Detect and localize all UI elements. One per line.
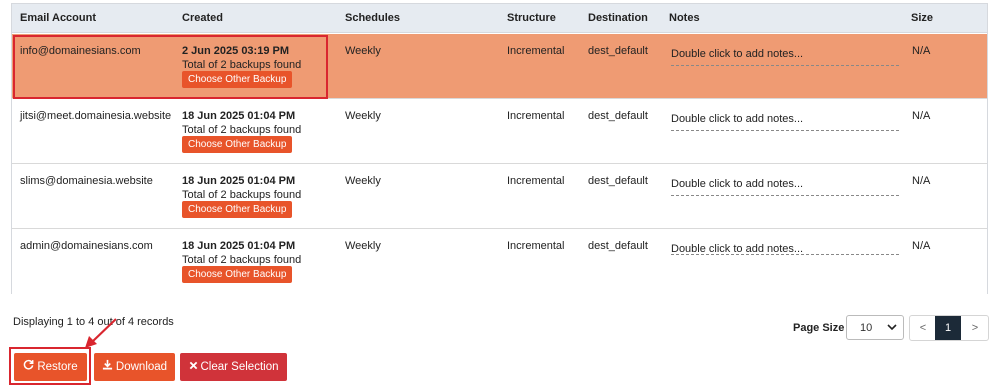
destination-cell: dest_default — [588, 240, 648, 252]
backup-count: Total of 2 backups found — [182, 189, 302, 201]
email-cell: slims@domainesia.website — [20, 175, 153, 187]
header-structure[interactable]: Structure — [507, 12, 556, 24]
page-size-label: Page Size — [793, 322, 845, 334]
size-cell: N/A — [912, 45, 931, 57]
table-header: Email Account Created Schedules Structur… — [12, 4, 987, 33]
pointer-arrow-annotation — [85, 318, 117, 348]
schedule-cell: Weekly — [345, 240, 381, 252]
backup-count: Total of 2 backups found — [182, 124, 302, 136]
schedule-cell: Weekly — [345, 110, 381, 122]
download-button[interactable]: Download — [94, 353, 175, 381]
schedule-cell: Weekly — [345, 45, 381, 57]
size-cell: N/A — [912, 175, 931, 187]
page-size-select[interactable]: 10 — [846, 315, 904, 340]
clear-selection-button[interactable]: Clear Selection — [180, 353, 287, 381]
header-notes[interactable]: Notes — [669, 12, 700, 24]
header-created[interactable]: Created — [182, 12, 223, 24]
table-row[interactable]: jitsi@meet.domainesia.website 18 Jun 202… — [12, 99, 987, 164]
structure-cell: Incremental — [507, 240, 565, 252]
restore-highlight-annotation — [9, 347, 91, 385]
page-1-button[interactable]: 1 — [935, 316, 961, 340]
times-icon — [189, 353, 198, 381]
created-date: 18 Jun 2025 01:04 PM — [182, 175, 296, 187]
choose-other-backup-button[interactable]: Choose Other Backup — [182, 201, 293, 218]
prev-page-button[interactable]: < — [910, 316, 936, 340]
choose-other-backup-button[interactable]: Choose Other Backup — [182, 266, 293, 283]
header-email-account[interactable]: Email Account — [20, 12, 96, 24]
header-schedules[interactable]: Schedules — [345, 12, 400, 24]
created-date: 18 Jun 2025 01:04 PM — [182, 110, 296, 122]
size-cell: N/A — [912, 240, 931, 252]
schedule-cell: Weekly — [345, 175, 381, 187]
selection-highlight-annotation — [13, 35, 328, 99]
table-row[interactable]: admin@domainesians.com 18 Jun 2025 01:04… — [12, 229, 987, 294]
created-date: 18 Jun 2025 01:04 PM — [182, 240, 296, 252]
structure-cell: Incremental — [507, 175, 565, 187]
notes-field[interactable]: Double click to add notes... — [671, 243, 899, 255]
destination-cell: dest_default — [588, 175, 648, 187]
email-cell: admin@domainesians.com — [20, 240, 153, 252]
destination-cell: dest_default — [588, 110, 648, 122]
chevron-down-icon — [887, 320, 897, 337]
backup-count: Total of 2 backups found — [182, 254, 302, 266]
pagination: < 1 > — [909, 315, 989, 341]
header-size[interactable]: Size — [911, 12, 933, 24]
download-icon — [102, 353, 113, 381]
notes-field[interactable]: Double click to add notes... — [671, 48, 899, 66]
download-label: Download — [115, 361, 168, 373]
notes-field[interactable]: Double click to add notes... — [671, 178, 899, 196]
header-destination[interactable]: Destination — [588, 12, 648, 24]
structure-cell: Incremental — [507, 110, 565, 122]
destination-cell: dest_default — [588, 45, 648, 57]
table-row[interactable]: slims@domainesia.website 18 Jun 2025 01:… — [12, 164, 987, 229]
size-cell: N/A — [912, 110, 931, 122]
next-page-button[interactable]: > — [962, 316, 988, 340]
email-cell: jitsi@meet.domainesia.website — [20, 110, 172, 122]
page-size-value: 10 — [860, 322, 873, 334]
structure-cell: Incremental — [507, 45, 565, 57]
choose-other-backup-button[interactable]: Choose Other Backup — [182, 136, 293, 153]
notes-field[interactable]: Double click to add notes... — [671, 113, 899, 131]
clear-selection-label: Clear Selection — [200, 361, 279, 373]
